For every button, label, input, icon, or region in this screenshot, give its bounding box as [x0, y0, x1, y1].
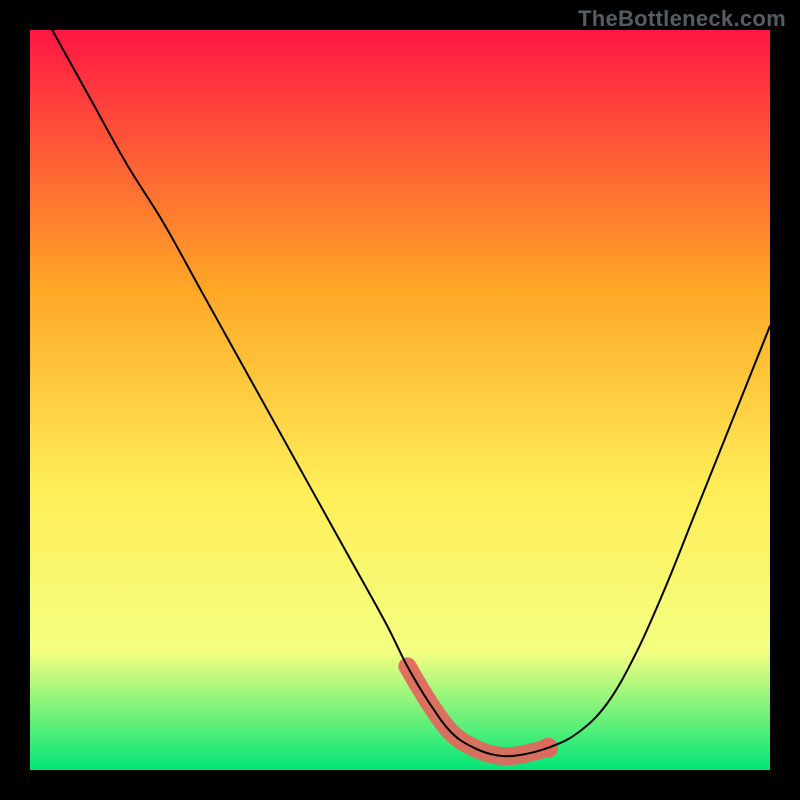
watermark-text: TheBottleneck.com — [578, 6, 786, 32]
plot-background — [30, 30, 770, 770]
bottleneck-chart — [0, 0, 800, 800]
chart-container: TheBottleneck.com — [0, 0, 800, 800]
